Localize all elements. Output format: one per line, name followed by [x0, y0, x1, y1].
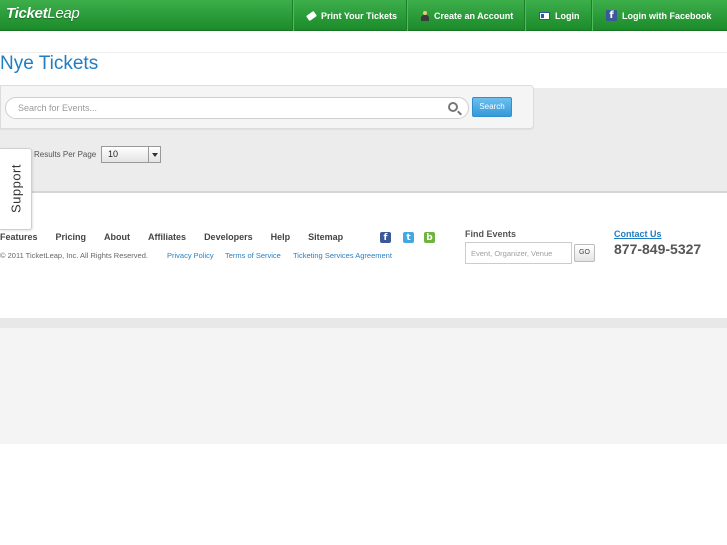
page-title: Nye Tickets	[0, 53, 99, 74]
results-per-page-select[interactable]: 10	[101, 146, 161, 163]
search-icon[interactable]	[448, 102, 458, 112]
create-account-link[interactable]: Create an Account	[406, 0, 524, 31]
facebook-login-link[interactable]: f Login with Facebook	[591, 0, 727, 31]
footer-link-sitemap[interactable]: Sitemap	[308, 232, 343, 242]
phone-number: 877-849-5327	[614, 241, 702, 257]
login-label: Login	[555, 10, 580, 21]
facebook-icon[interactable]: f	[380, 232, 391, 243]
privacy-policy-link[interactable]: Privacy Policy	[167, 251, 214, 260]
ticketleap-logo[interactable]: TicketLeap	[6, 5, 80, 22]
footer-link-about[interactable]: About	[104, 232, 130, 242]
footer-nav: Features Pricing About Affiliates Develo…	[0, 232, 361, 242]
title-divider	[0, 52, 727, 53]
blog-icon[interactable]: b	[424, 232, 435, 243]
logo-accent: Leap	[47, 5, 80, 22]
find-events-label: Find Events	[465, 229, 517, 239]
contact-us-link[interactable]: Contact Us	[614, 229, 662, 239]
bottom-band	[0, 318, 727, 444]
terms-of-service-link[interactable]: Terms of Service	[225, 251, 281, 260]
search-button[interactable]: Search	[472, 97, 512, 117]
twitter-icon[interactable]: t	[403, 232, 414, 243]
facebook-login-label: Login with Facebook	[622, 10, 712, 21]
results-per-page-value: 10	[108, 149, 119, 159]
copyright-text: © 2011 TicketLeap, Inc. All Rights Reser…	[0, 251, 148, 260]
find-events-input[interactable]	[465, 242, 572, 264]
logo-main: Ticket	[6, 5, 48, 22]
support-tab[interactable]: Support	[0, 148, 32, 230]
facebook-icon: f	[606, 10, 617, 21]
search-input[interactable]	[5, 97, 469, 119]
footer-link-developers[interactable]: Developers	[204, 232, 253, 242]
go-button[interactable]: GO	[574, 244, 595, 262]
chevron-down-icon[interactable]	[148, 147, 160, 162]
footer-link-affiliates[interactable]: Affiliates	[148, 232, 186, 242]
create-account-label: Create an Account	[434, 10, 514, 21]
results-per-page-label: Results Per Page	[34, 150, 97, 159]
print-tickets-link[interactable]: Print Your Tickets	[292, 0, 406, 31]
ticketing-agreement-link[interactable]: Ticketing Services Agreement	[293, 251, 392, 260]
id-card-icon	[539, 11, 550, 20]
login-link[interactable]: Login	[524, 0, 591, 31]
person-icon	[421, 10, 429, 21]
footer-link-features[interactable]: Features	[0, 232, 38, 242]
footer-link-help[interactable]: Help	[271, 232, 291, 242]
top-navigation-bar: TicketLeap Print Your Tickets Create an …	[0, 0, 727, 31]
support-label: Support	[8, 163, 24, 214]
footer-link-pricing[interactable]: Pricing	[56, 232, 87, 242]
ticket-icon	[306, 10, 317, 21]
search-panel	[0, 85, 534, 129]
print-tickets-label: Print Your Tickets	[321, 10, 398, 21]
